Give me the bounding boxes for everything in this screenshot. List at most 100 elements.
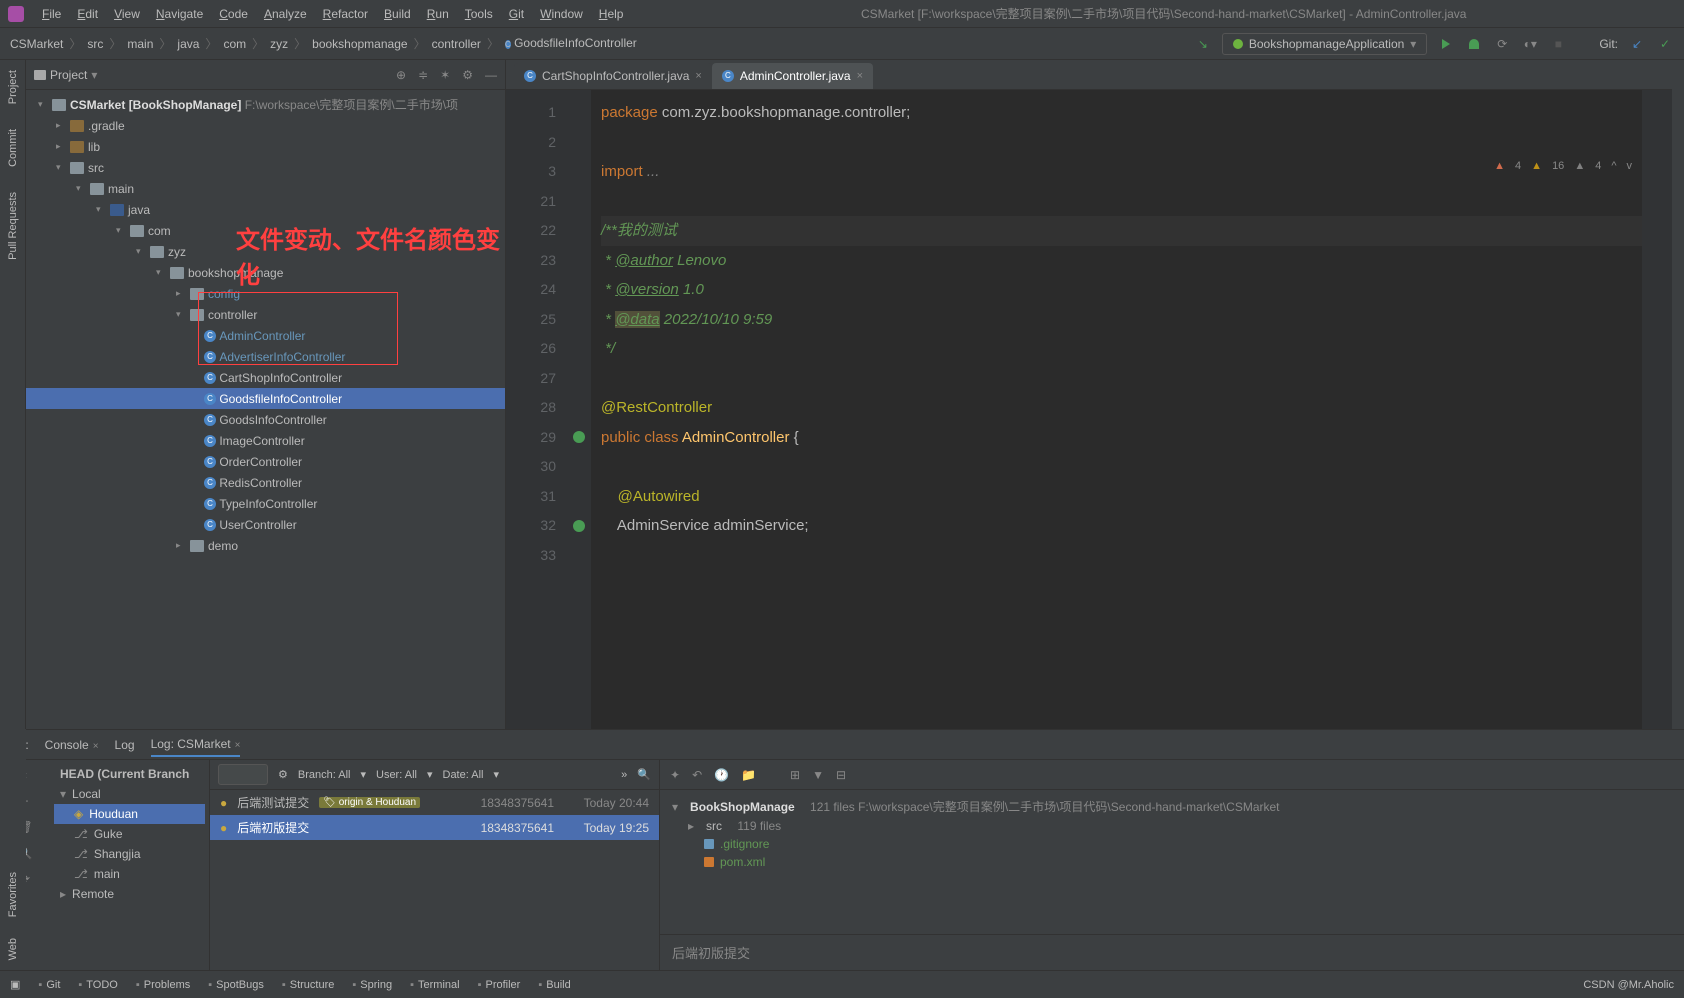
branch-item[interactable]: ⎇ Guke	[54, 824, 205, 844]
web-tool-tab[interactable]: Web	[7, 938, 19, 960]
tree-class-item[interactable]: C UserController	[26, 514, 505, 535]
hide-icon[interactable]: —	[485, 68, 497, 82]
branch-local-header[interactable]: ▾Local	[54, 784, 205, 804]
coverage-button[interactable]: ⟳	[1493, 35, 1511, 53]
branch-remote-header[interactable]: ▸Remote	[54, 884, 205, 904]
tree-class-item[interactable]: C OrderController	[26, 451, 505, 472]
breadcrumb-item[interactable]: src	[87, 37, 103, 51]
tree-item[interactable]: ▾zyz	[26, 241, 505, 262]
commit-row[interactable]: ●后端测试提交🏷 origin & Houduan18348375641Toda…	[210, 790, 659, 815]
undo-icon[interactable]: ↶	[692, 768, 702, 782]
cherry-pick-icon[interactable]: ✦	[670, 768, 680, 782]
tree-item[interactable]: ▸lib	[26, 136, 505, 157]
tree-root[interactable]: ▾CSMarket [BookShopManage] F:\workspace\…	[26, 94, 505, 115]
debug-button[interactable]	[1465, 35, 1483, 53]
log-tab[interactable]: Log	[115, 734, 135, 756]
commit-row[interactable]: ●后端初版提交18348375641Today 19:25	[210, 815, 659, 840]
tree-item[interactable]: ▾java	[26, 199, 505, 220]
pull-requests-tool-tab[interactable]: Pull Requests	[7, 192, 19, 260]
run-button[interactable]	[1437, 35, 1455, 53]
changed-file-row[interactable]: pom.xml	[672, 853, 1672, 871]
group-icon[interactable]: ⊞	[790, 768, 800, 782]
menu-window[interactable]: Window	[532, 7, 591, 21]
menu-file[interactable]: File	[34, 7, 69, 21]
minimap[interactable]	[1642, 90, 1672, 729]
changed-file-row[interactable]: .gitignore	[672, 835, 1672, 853]
locate-icon[interactable]: ⊕	[396, 68, 406, 82]
status-spotbugs[interactable]: ▪SpotBugs	[208, 979, 264, 991]
breadcrumb-item[interactable]: C GoodsfileInfoController	[505, 36, 637, 51]
diff-icon[interactable]: ⊟	[836, 768, 846, 782]
commit-tool-tab[interactable]: Commit	[7, 129, 19, 167]
user-filter[interactable]: User: All	[376, 769, 417, 781]
menu-help[interactable]: Help	[591, 7, 632, 21]
menu-git[interactable]: Git	[501, 7, 532, 21]
tree-class-item[interactable]: C GoodsInfoController	[26, 409, 505, 430]
close-icon[interactable]: ×	[857, 70, 863, 82]
status-git[interactable]: ▪Git	[38, 979, 60, 991]
tree-item[interactable]: ▸demo	[26, 535, 505, 556]
expand-all-icon[interactable]: ≑	[418, 68, 428, 82]
branch-item[interactable]: ⎇ Shangjia	[54, 844, 205, 864]
breadcrumb-item[interactable]: com	[223, 37, 246, 51]
date-filter[interactable]: Date: All	[443, 769, 484, 781]
breadcrumb-item[interactable]: java	[177, 37, 199, 51]
code-editor[interactable]: package com.zyz.bookshopmanage.controlle…	[591, 90, 1642, 729]
favorites-tool-tab[interactable]: Favorites	[7, 872, 19, 917]
status-problems[interactable]: ▪Problems	[136, 979, 190, 991]
tree-class-item[interactable]: C RedisController	[26, 472, 505, 493]
tree-item[interactable]: ▸config	[26, 283, 505, 304]
profile-button[interactable]: ◐▾	[1521, 35, 1539, 53]
console-tab[interactable]: Console×	[45, 734, 99, 756]
menu-code[interactable]: Code	[211, 7, 256, 21]
tree-item[interactable]: ▾com	[26, 220, 505, 241]
breadcrumb-item[interactable]: controller	[432, 37, 481, 51]
tree-class-item[interactable]: C ImageController	[26, 430, 505, 451]
status-todo[interactable]: ▪TODO	[78, 979, 117, 991]
status-terminal[interactable]: ▪Terminal	[410, 979, 459, 991]
menu-edit[interactable]: Edit	[69, 7, 106, 21]
status-profiler[interactable]: ▪Profiler	[478, 979, 521, 991]
tree-item[interactable]: ▾main	[26, 178, 505, 199]
branch-item[interactable]: ◈ Houduan	[54, 804, 205, 824]
changed-file-row[interactable]: ▸src 119 files	[672, 817, 1672, 835]
log-search-input[interactable]	[218, 764, 268, 785]
vcs-update-icon[interactable]: ↙	[1628, 35, 1646, 53]
more-icon[interactable]: »	[621, 769, 627, 781]
vcs-commit-icon[interactable]: ✓	[1656, 35, 1674, 53]
tree-item[interactable]: ▸.gradle	[26, 115, 505, 136]
editor-tab[interactable]: CCartShopInfoController.java×	[514, 63, 712, 89]
editor-tab[interactable]: CAdminController.java×	[712, 63, 873, 89]
status-spring[interactable]: ▪Spring	[352, 979, 392, 991]
close-icon[interactable]: ×	[695, 70, 701, 82]
menu-run[interactable]: Run	[419, 7, 457, 21]
run-configuration-selector[interactable]: BookshopmanageApplication ▾	[1222, 33, 1427, 55]
project-tool-tab[interactable]: Project	[7, 70, 19, 104]
git-changed-files[interactable]: ▾BookShopManage 121 files F:\workspace\完…	[660, 790, 1684, 934]
branch-filter[interactable]: Branch: All	[298, 769, 351, 781]
repo-row[interactable]: ▾BookShopManage 121 files F:\workspace\完…	[672, 796, 1672, 817]
breadcrumb[interactable]: CSMarket〉src〉main〉java〉com〉zyz〉bookshopm…	[10, 35, 1194, 52]
tree-class-item[interactable]: C GoodsfileInfoController	[26, 388, 505, 409]
line-number-gutter[interactable]: 12321222324252627282930313233	[506, 90, 566, 729]
status-structure[interactable]: ▪Structure	[282, 979, 335, 991]
status-build[interactable]: ▪Build	[538, 979, 570, 991]
breadcrumb-item[interactable]: bookshopmanage	[312, 37, 407, 51]
breadcrumb-item[interactable]: main	[127, 37, 153, 51]
menu-analyze[interactable]: Analyze	[256, 7, 315, 21]
clock-icon[interactable]: 🕐	[714, 768, 729, 782]
project-tree[interactable]: 文件变动、文件名颜色变化 ▾CSMarket [BookShopManage] …	[26, 90, 505, 729]
inspection-indicators[interactable]: ▲4 ▲16 ▲4 ^v	[1494, 160, 1632, 172]
tree-item[interactable]: ▾bookshopmanage	[26, 262, 505, 283]
menu-navigate[interactable]: Navigate	[148, 7, 211, 21]
tree-item[interactable]: ▾src	[26, 157, 505, 178]
tree-item[interactable]: ▾controller	[26, 304, 505, 325]
folder-icon[interactable]: 📁	[741, 768, 756, 782]
stop-button[interactable]: ■	[1549, 35, 1567, 53]
menu-refactor[interactable]: Refactor	[315, 7, 376, 21]
tree-class-item[interactable]: C AdminController	[26, 325, 505, 346]
collapse-all-icon[interactable]: ✶	[440, 68, 450, 82]
branch-head[interactable]: HEAD (Current Branch	[54, 764, 205, 784]
settings-icon[interactable]: ⚙	[462, 68, 473, 82]
icon-gutter[interactable]	[566, 90, 591, 729]
